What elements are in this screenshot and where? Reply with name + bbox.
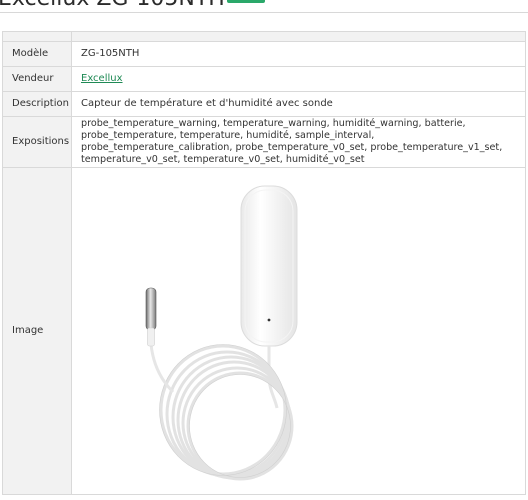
table-row: Description Capteur de température et d'…	[2, 91, 526, 117]
vendor-label: Vendeur	[2, 66, 72, 92]
table-header-row	[2, 31, 526, 42]
image-cell	[71, 167, 526, 495]
model-value: ZG-105NTH	[71, 41, 526, 67]
sensor-device-illustration	[145, 185, 298, 481]
product-image	[81, 168, 516, 494]
device-spec-table: Modèle ZG-105NTH Vendeur Excellux Descri…	[2, 31, 526, 495]
header-link-indicator[interactable]	[227, 0, 265, 3]
vendor-link[interactable]: Excellux	[81, 73, 123, 84]
exposes-value: probe_temperature_warning, temperature_w…	[71, 116, 526, 168]
exposes-label: Expositions	[2, 116, 72, 168]
temperature-probe	[145, 287, 157, 347]
status-led-icon	[267, 318, 271, 322]
model-label: Modèle	[2, 41, 72, 67]
sensor-body	[240, 185, 298, 347]
description-label: Description	[2, 91, 72, 117]
header-divider	[0, 12, 528, 13]
image-label: Image	[2, 167, 72, 495]
vendor-cell: Excellux	[71, 66, 526, 92]
header-cell-label	[2, 31, 72, 42]
table-row: Expositions probe_temperature_warning, t…	[2, 116, 526, 168]
table-row: Modèle ZG-105NTH	[2, 41, 526, 67]
header-cell-value	[71, 31, 526, 42]
table-row: Image	[2, 167, 526, 495]
table-row: Vendeur Excellux	[2, 66, 526, 92]
description-value: Capteur de température et d'humidité ave…	[71, 91, 526, 117]
